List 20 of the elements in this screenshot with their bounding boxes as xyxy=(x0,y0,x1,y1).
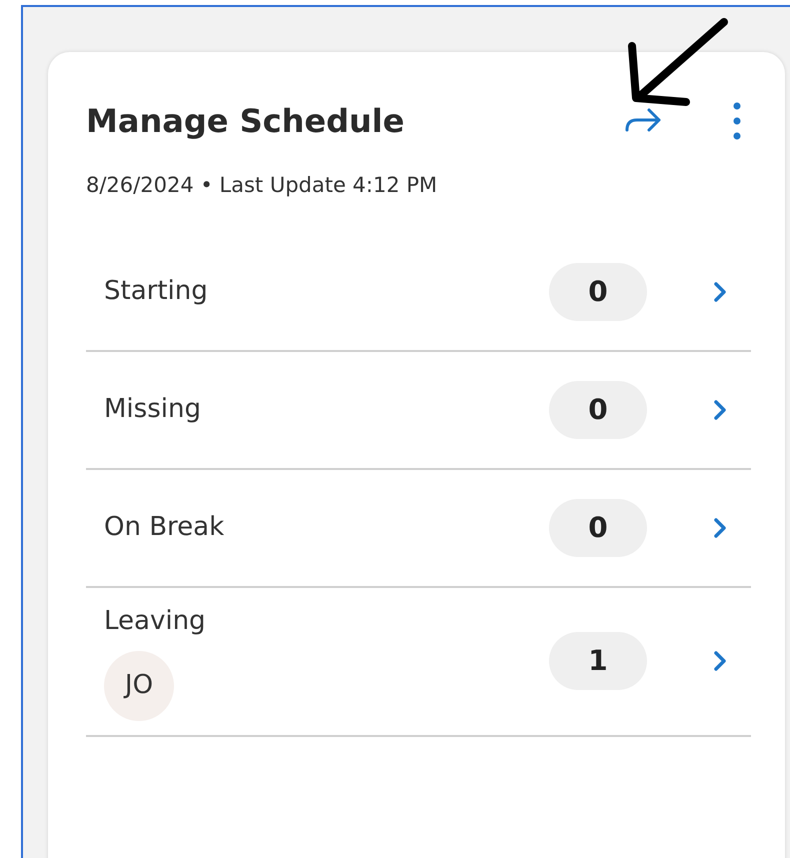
last-update-text: 8/26/2024 • Last Update 4:12 PM xyxy=(86,172,438,199)
count-badge: 0 xyxy=(549,498,647,556)
count-badge: 0 xyxy=(549,262,647,320)
schedule-row[interactable]: Starting 0 xyxy=(86,234,751,352)
avatar-initials: JO xyxy=(104,650,174,720)
chevron-right-icon xyxy=(713,516,727,538)
row-label: Starting xyxy=(104,275,208,308)
row-label: Missing xyxy=(104,393,201,426)
count-badge: 1 xyxy=(549,632,647,690)
schedule-row[interactable]: Missing 0 xyxy=(86,352,751,470)
kebab-menu-icon xyxy=(733,101,741,141)
schedule-row[interactable]: On Break 0 xyxy=(86,470,751,588)
row-label: On Break xyxy=(104,511,224,544)
card-title: Manage Schedule xyxy=(86,101,404,142)
chevron-right-icon xyxy=(713,650,727,672)
chevron-right-icon xyxy=(713,398,727,420)
chevron-right-icon xyxy=(713,280,727,302)
row-label: Leaving xyxy=(104,604,206,638)
schedule-row[interactable]: Leaving JO 1 xyxy=(86,588,751,736)
count-badge: 0 xyxy=(549,380,647,438)
